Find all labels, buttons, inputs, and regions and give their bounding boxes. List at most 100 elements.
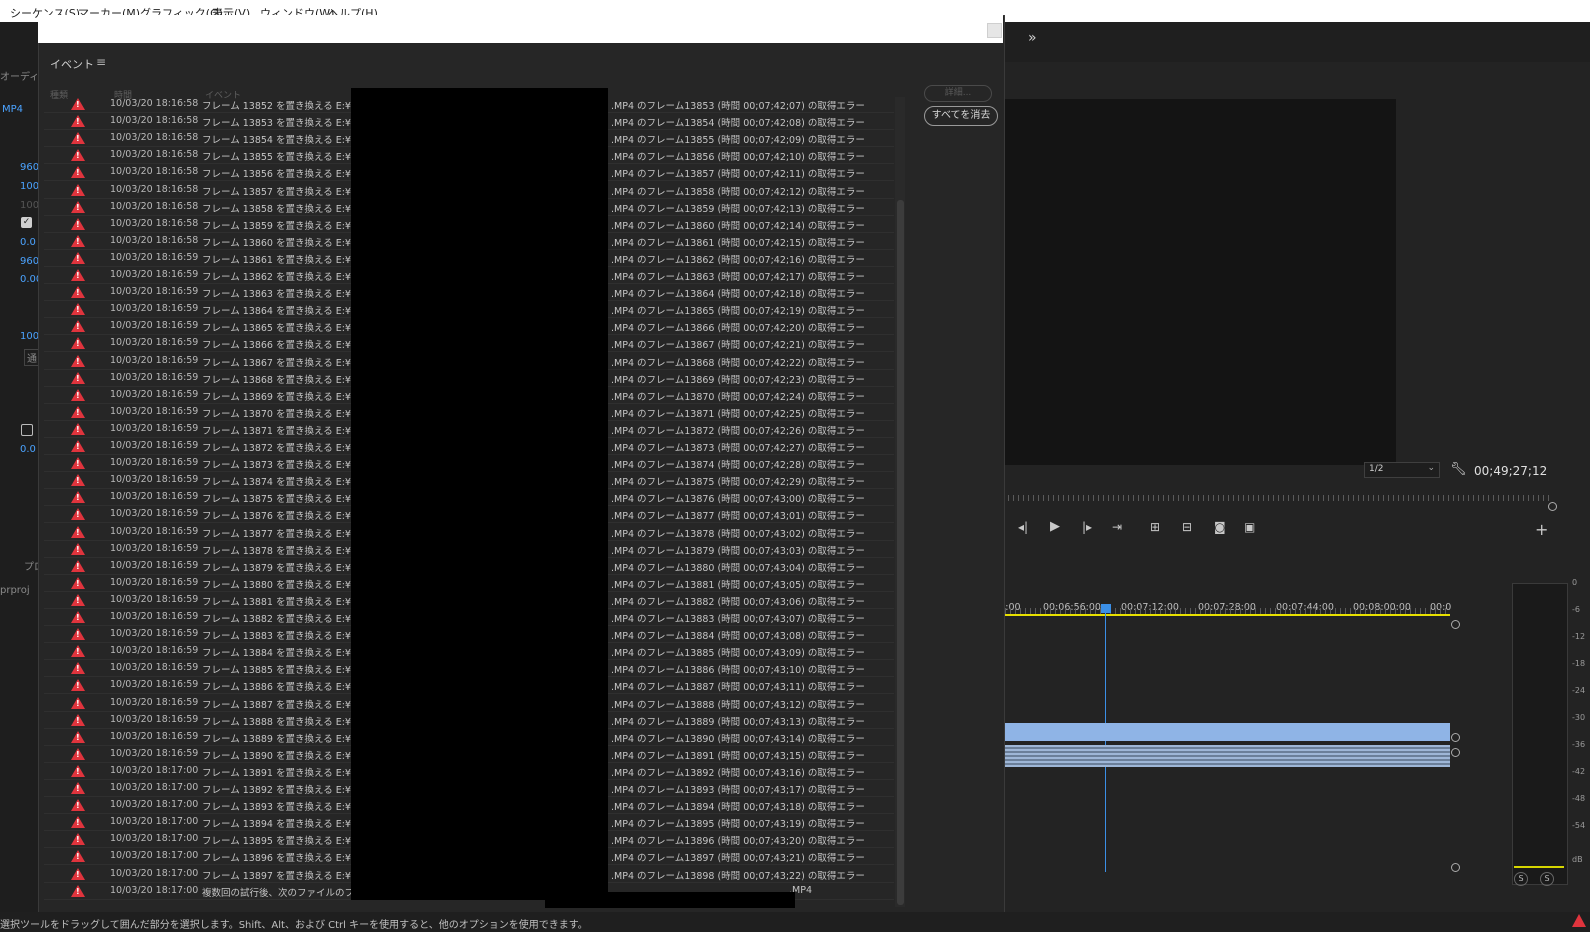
event-message: フレーム 13889 を置き換える E:¥	[202, 733, 351, 745]
event-message: フレーム 13877 を置き換える E:¥	[202, 528, 351, 540]
wrench-icon[interactable]: 🔧︎	[1450, 462, 1467, 477]
value-field[interactable]: 100	[20, 331, 39, 342]
event-detail: .MP4 のフレーム13859 (時間 00;07;42;13) の取得エラー	[611, 203, 865, 215]
warning-icon	[71, 696, 85, 709]
warning-icon	[71, 337, 85, 350]
event-message: フレーム 13896 を置き換える E:¥	[202, 853, 351, 865]
video-clip[interactable]	[990, 723, 1450, 741]
value-field[interactable]: 960	[20, 162, 39, 173]
event-time: 10/03/20 18:16:59	[110, 286, 199, 298]
hamburger-icon[interactable]: ≡	[96, 55, 106, 69]
scroll-handle[interactable]	[1451, 748, 1460, 757]
monitor-ruler[interactable]	[1003, 495, 1553, 501]
clear-all-button[interactable]: すべてを消去	[924, 106, 998, 126]
event-detail: .MP4 のフレーム13857 (時間 00;07;42;11) の取得エラー	[611, 169, 865, 181]
event-time: 10/03/20 18:16:59	[110, 696, 199, 708]
event-time: 10/03/20 18:16:59	[110, 337, 199, 349]
value-field[interactable]: 0.0	[20, 237, 36, 248]
warning-icon	[71, 405, 85, 418]
event-message: フレーム 13879 を置き換える E:¥	[202, 562, 351, 574]
close-button[interactable]	[987, 23, 1002, 38]
event-detail: .MP4 のフレーム13883 (時間 00;07;43;07) の取得エラー	[611, 614, 865, 625]
work-area-bar[interactable]	[990, 614, 1450, 616]
event-time: 10/03/20 18:16:59	[110, 730, 199, 742]
warning-icon	[71, 457, 85, 470]
event-detail: .MP4 のフレーム13886 (時間 00;07;43;10) の取得エラー	[611, 665, 865, 677]
event-time: 10/03/20 18:16:58	[110, 98, 199, 109]
scroll-handle[interactable]	[1451, 863, 1460, 872]
event-time: 10/03/20 18:16:58	[110, 200, 199, 212]
event-detail: .MP4 のフレーム13888 (時間 00;07;43;12) の取得エラー	[611, 699, 865, 711]
event-message: フレーム 13854 を置き換える E:¥	[202, 135, 351, 147]
warning-icon[interactable]	[1572, 914, 1586, 927]
audio-clip[interactable]	[990, 745, 1450, 767]
insert-icon[interactable]: ⊞	[1150, 520, 1160, 534]
checkbox-unchecked[interactable]	[21, 424, 33, 436]
event-detail: .MP4 のフレーム13854 (時間 00;07;42;08) の取得エラー	[611, 118, 865, 130]
resolution-value: 1/2	[1369, 464, 1384, 474]
event-message: フレーム 13861 を置き換える E:¥	[202, 254, 351, 266]
details-button[interactable]: 詳細...	[924, 85, 992, 102]
warning-icon	[71, 183, 85, 196]
playhead-handle[interactable]	[1101, 604, 1111, 613]
audio-tab[interactable]: オーディ	[0, 68, 39, 83]
event-message: フレーム 13865 を置き換える E:¥	[202, 323, 351, 335]
step-forward-icon[interactable]: |▸	[1082, 520, 1092, 534]
audio-meter	[1512, 583, 1568, 885]
event-message: フレーム 13868 を置き換える E:¥	[202, 374, 351, 386]
warning-icon	[71, 611, 85, 623]
event-message: フレーム 13893 を置き換える E:¥	[202, 802, 351, 814]
add-button-icon[interactable]: +	[1535, 520, 1548, 539]
overwrite-icon[interactable]: ⊟	[1182, 520, 1192, 534]
camera-icon[interactable]: ◙	[1214, 520, 1226, 534]
warning-icon	[71, 628, 85, 641]
event-detail: .MP4 のフレーム13878 (時間 00;07;43;02) の取得エラー	[611, 528, 865, 540]
dialog-title-bar[interactable]	[38, 15, 1003, 43]
checkbox-checked[interactable]: ✓	[21, 217, 32, 228]
solo-button[interactable]: S	[1540, 872, 1554, 886]
warning-icon	[71, 833, 85, 846]
warning-icon	[71, 388, 85, 401]
event-time: 10/03/20 18:17:00	[110, 816, 199, 828]
event-time: 10/03/20 18:17:00	[110, 833, 199, 845]
event-time: 10/03/20 18:16:59	[110, 354, 199, 366]
event-message: フレーム 13880 を置き換える E:¥	[202, 579, 351, 591]
warning-icon	[71, 508, 85, 521]
scroll-handle[interactable]	[1451, 620, 1460, 629]
compare-view-icon[interactable]: ▣	[1244, 520, 1255, 534]
effect-controls-panel	[0, 22, 38, 912]
event-detail: .MP4 のフレーム13874 (時間 00;07;42;28) の取得エラー	[611, 460, 865, 472]
event-detail: .MP4 のフレーム13861 (時間 00;07;42;15) の取得エラー	[611, 237, 865, 249]
ruler-handle[interactable]	[1548, 502, 1557, 511]
event-message: フレーム 13887 を置き換える E:¥	[202, 699, 351, 711]
event-time: 10/03/20 18:16:59	[110, 320, 199, 332]
go-to-out-icon[interactable]: ⇥	[1112, 520, 1122, 534]
play-icon[interactable]: ▶	[1050, 519, 1060, 534]
value-field[interactable]: 100	[20, 181, 39, 192]
warning-icon	[71, 850, 85, 863]
event-message: フレーム 13881 を置き換える E:¥	[202, 596, 351, 608]
chevron-down-icon: ⌄	[1427, 463, 1435, 473]
double-chevron-right-icon[interactable]: »	[1028, 30, 1037, 46]
event-detail: .MP4 のフレーム13897 (時間 00;07;43;21) の取得エラー	[611, 853, 865, 865]
value-field[interactable]: 960	[20, 256, 39, 267]
warning-icon	[71, 559, 85, 572]
timecode-display[interactable]: 00;49;27;12	[1474, 464, 1547, 478]
event-detail: .MP4 のフレーム13885 (時間 00;07;43;09) の取得エラー	[611, 648, 865, 660]
event-time: 10/03/20 18:16:59	[110, 542, 199, 554]
event-time: 10/03/20 18:17:00	[110, 850, 199, 862]
resolution-select[interactable]: 1/2 ⌄	[1364, 462, 1440, 478]
event-time: 10/03/20 18:16:58	[110, 149, 199, 161]
solo-button[interactable]: S	[1514, 872, 1528, 886]
event-time: 10/03/20 18:17:00	[110, 884, 199, 896]
event-message: フレーム 13888 を置き換える E:¥	[202, 716, 351, 728]
step-back-icon[interactable]: ◂|	[1018, 520, 1028, 534]
scrollbar-thumb[interactable]	[897, 200, 904, 905]
redaction-block	[351, 88, 608, 900]
event-time: 10/03/20 18:16:58	[110, 132, 199, 144]
value-field[interactable]: 0.0	[20, 444, 36, 455]
db-tick: -24	[1572, 686, 1586, 695]
scroll-handle[interactable]	[1451, 733, 1460, 742]
event-message: フレーム 13884 を置き換える E:¥	[202, 648, 351, 660]
event-message: フレーム 13856 を置き換える E:¥	[202, 169, 351, 181]
